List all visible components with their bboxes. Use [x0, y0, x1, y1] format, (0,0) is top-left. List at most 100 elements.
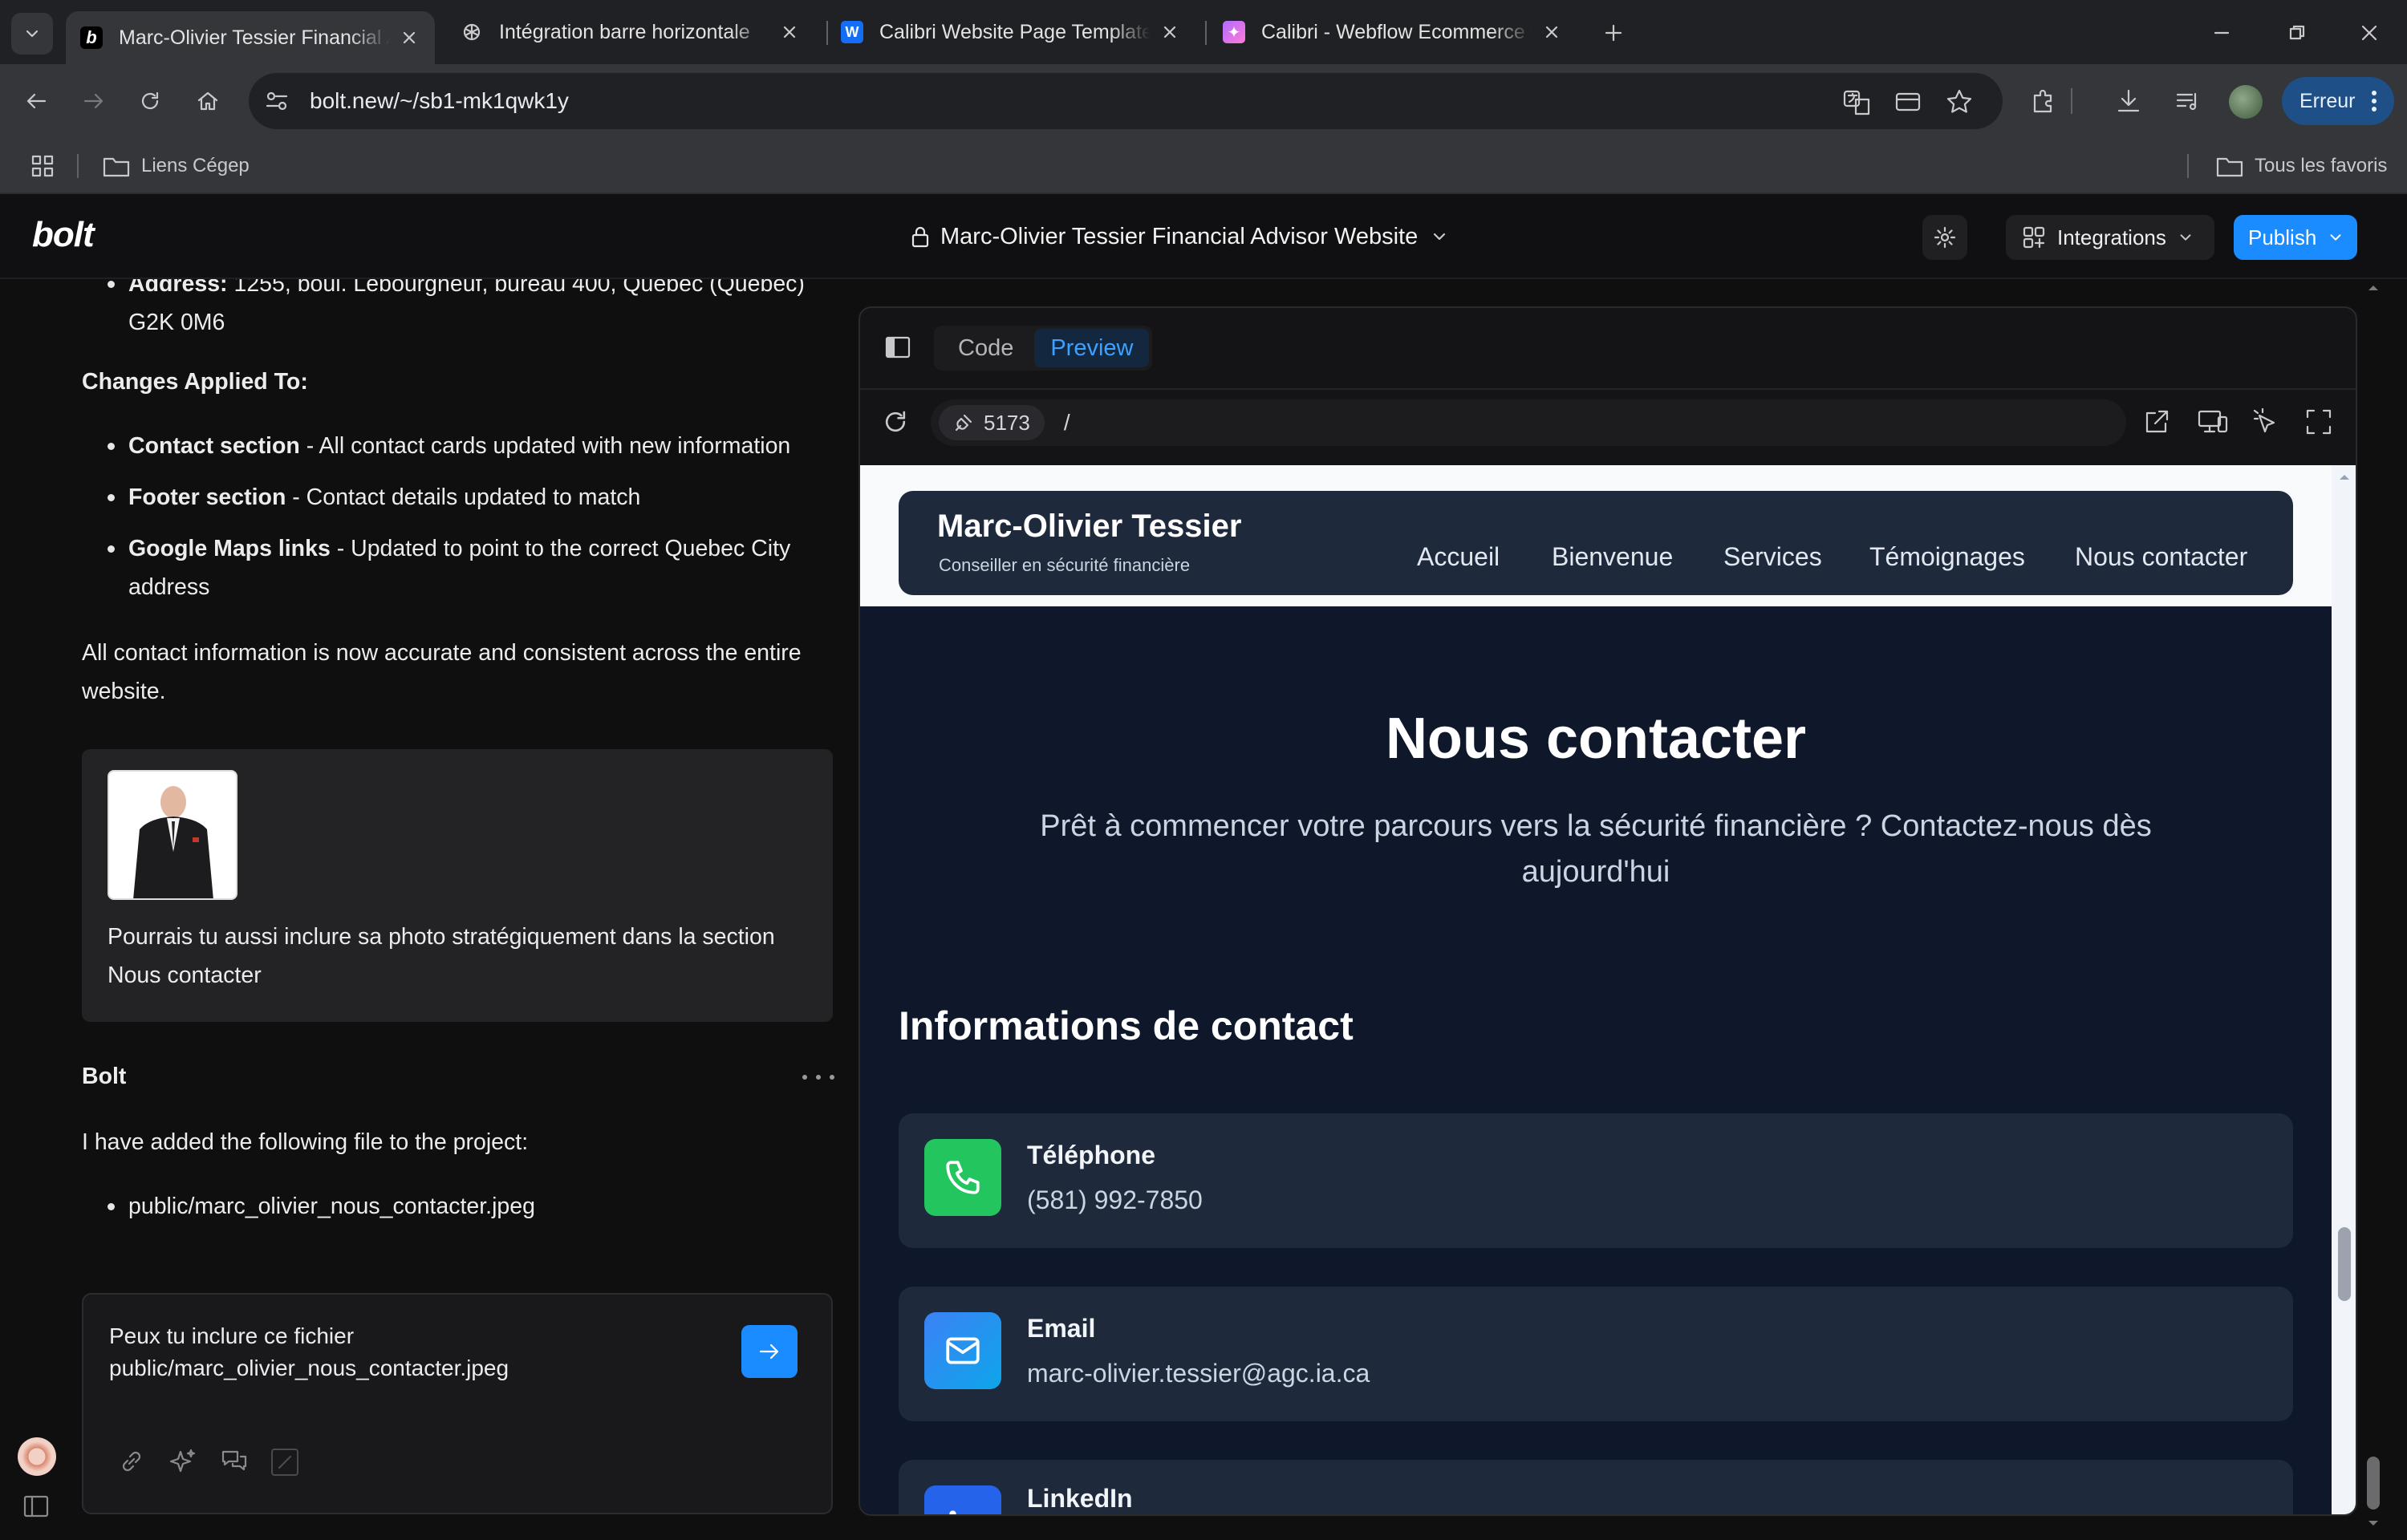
tab-calibri-template[interactable]: W Calibri Website Page Template for Webf… — [826, 11, 1195, 53]
plug-icon — [955, 414, 972, 432]
inspector-button[interactable] — [2251, 407, 2280, 436]
bolt-logo[interactable]: bolt — [32, 215, 95, 255]
assistant-name: Bolt — [82, 1064, 127, 1089]
chat-bubbles-icon — [221, 1450, 247, 1471]
nav-nous-contacter[interactable]: Nous contacter — [2075, 542, 2247, 572]
arrow-left-icon — [26, 93, 47, 109]
toggle-sidebar-button[interactable] — [22, 1493, 50, 1519]
calibri-favicon-icon: ✦ — [1223, 21, 1245, 43]
integrations-button[interactable]: Integrations — [2006, 215, 2214, 260]
arrow-right-icon — [759, 1343, 779, 1360]
changes-list: Contact section - All contact cards upda… — [82, 427, 836, 606]
tab-search-button[interactable] — [11, 13, 53, 55]
nav-temoignages[interactable]: Témoignages — [1869, 542, 2025, 572]
scroll-down-icon[interactable] — [2362, 1516, 2385, 1532]
profile-avatar[interactable] — [2229, 85, 2263, 119]
bookmark-star-icon[interactable] — [1945, 87, 1974, 116]
fullscreen-icon — [2306, 409, 2332, 435]
contact-card-email[interactable]: Email marc-olivier.tessier@agc.ia.ca — [899, 1287, 2293, 1421]
open-in-new-tab-button[interactable] — [2142, 407, 2171, 436]
contact-card-linkedin[interactable]: LinkedIn — [899, 1460, 2293, 1514]
publish-button[interactable]: Publish — [2234, 215, 2357, 260]
device-preview-button[interactable] — [2197, 407, 2229, 436]
profile-error-button[interactable]: Erreur — [2282, 77, 2394, 125]
preview-scroll-thumb[interactable] — [2338, 1227, 2351, 1301]
folder-icon — [103, 157, 130, 177]
preview-scrollbar[interactable] — [2332, 465, 2357, 1514]
settings-button[interactable] — [1922, 215, 1967, 260]
contact-card-phone[interactable]: Téléphone (581) 992-7850 — [899, 1113, 2293, 1248]
home-icon — [197, 91, 218, 111]
enhance-prompt-button[interactable] — [168, 1447, 197, 1476]
scroll-up-icon[interactable] — [2362, 279, 2385, 295]
tab-bolt-project[interactable]: b Marc-Olivier Tessier Financial Advisor… — [66, 11, 435, 64]
devices-icon — [2198, 410, 2228, 433]
back-button[interactable] — [16, 81, 56, 121]
nav-services[interactable]: Services — [1723, 542, 1822, 572]
forward-button[interactable] — [74, 81, 114, 121]
edit-button[interactable] — [271, 1449, 298, 1476]
chat-panel: Address: 1255, boul. Lebourgneuf, bureau… — [0, 279, 850, 1540]
bookmarks-divider — [2187, 154, 2189, 178]
tab-integration[interactable]: Intégration barre horizontale — [446, 11, 815, 53]
panel-divider — [860, 388, 2356, 390]
apps-button[interactable] — [22, 146, 63, 186]
bookmark-folder-liens-cegep[interactable]: Liens Cégep — [103, 151, 250, 181]
reload-button[interactable] — [130, 81, 170, 121]
bookmarks-bar: Liens Cégep Tous les favoris — [0, 138, 2407, 194]
link-icon — [122, 1451, 141, 1472]
port-selector[interactable]: 5173 — [939, 405, 1045, 440]
card-icon[interactable] — [1894, 87, 1922, 116]
browser-toolbar: bolt.new/~/sb1-mk1qwk1y Erreur — [0, 64, 2407, 138]
attach-link-button[interactable] — [117, 1447, 146, 1476]
app-scroll-thumb[interactable] — [2367, 1457, 2380, 1510]
home-button[interactable] — [188, 81, 228, 121]
scroll-up-icon[interactable] — [2332, 468, 2357, 484]
tab-calibri-ecommerce[interactable]: ✦ Calibri - Webflow Ecommerce website te… — [1208, 11, 1577, 53]
close-tab-icon[interactable] — [778, 21, 801, 43]
preview-path[interactable]: / — [1064, 410, 1070, 436]
close-tab-icon[interactable] — [1159, 21, 1181, 43]
close-window-button[interactable] — [2349, 13, 2389, 53]
toggle-file-tree-button[interactable] — [884, 335, 911, 359]
chat-input-box[interactable]: Peux tu inclure ce fichier public/marc_o… — [82, 1293, 833, 1514]
contact-info-heading: Informations de contact — [899, 1003, 1354, 1048]
chevron-down-icon — [2180, 234, 2191, 241]
translate-icon[interactable] — [1842, 87, 1871, 116]
added-file-item: public/marc_olivier_nous_contacter.jpeg — [82, 1187, 535, 1226]
reload-preview-button[interactable] — [881, 407, 910, 436]
app-scrollbar[interactable] — [2362, 279, 2385, 1530]
site-info-icon[interactable] — [263, 87, 290, 115]
phone-icon-tile — [924, 1139, 1001, 1216]
tab-preview[interactable]: Preview — [1034, 329, 1150, 367]
restore-window-button[interactable] — [2277, 13, 2317, 53]
send-button[interactable] — [741, 1325, 798, 1378]
close-tab-icon[interactable] — [1540, 21, 1563, 43]
discuss-button[interactable] — [220, 1447, 249, 1476]
close-icon — [2361, 25, 2377, 41]
fullscreen-button[interactable] — [2304, 407, 2333, 436]
extensions-button[interactable] — [2023, 81, 2064, 121]
download-icon — [2117, 89, 2140, 112]
media-button[interactable] — [2168, 81, 2208, 121]
kebab-menu-icon — [2372, 91, 2377, 111]
nav-accueil[interactable]: Accueil — [1417, 542, 1500, 572]
site-brand-name[interactable]: Marc-Olivier Tessier — [937, 509, 1241, 545]
message-options-button[interactable] — [802, 1065, 834, 1089]
preview-address-bar[interactable]: 5173 / — [931, 399, 2126, 446]
new-tab-button[interactable] — [1593, 13, 1634, 53]
panel-left-icon — [885, 336, 911, 359]
project-title: Marc-Olivier Tessier Financial Advisor W… — [940, 223, 1419, 249]
minimize-window-button[interactable] — [2202, 13, 2242, 53]
user-avatar[interactable] — [18, 1437, 56, 1476]
project-title-dropdown[interactable]: Marc-Olivier Tessier Financial Advisor W… — [910, 220, 1448, 253]
chat-input-text[interactable]: Peux tu inclure ce fichier public/marc_o… — [109, 1320, 719, 1384]
address-list: Address: 1255, boul. Lebourgneuf, bureau… — [82, 279, 836, 342]
downloads-button[interactable] — [2109, 81, 2149, 121]
tab-code[interactable]: Code — [937, 329, 1034, 367]
close-tab-icon[interactable] — [398, 26, 420, 49]
attached-photo-thumbnail[interactable] — [108, 770, 237, 900]
nav-bienvenue[interactable]: Bienvenue — [1552, 542, 1673, 572]
address-bar[interactable]: bolt.new/~/sb1-mk1qwk1y — [249, 73, 2003, 129]
all-bookmarks-folder[interactable]: Tous les favoris — [2216, 151, 2387, 181]
